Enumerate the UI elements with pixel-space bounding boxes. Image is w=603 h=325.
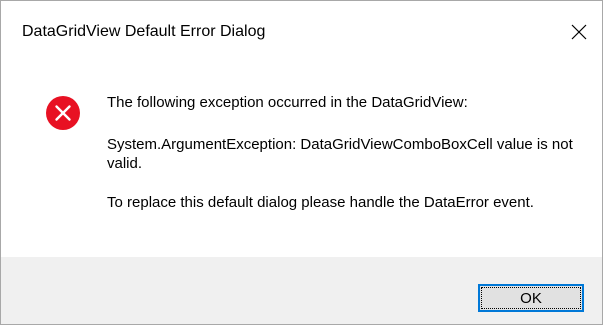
close-button[interactable] xyxy=(556,9,602,55)
message-area: The following exception occurred in the … xyxy=(1,63,602,257)
exception-detail-text: System.ArgumentException: DataGridViewCo… xyxy=(107,136,573,172)
error-icon xyxy=(45,95,81,131)
dialog-title: DataGridView Default Error Dialog xyxy=(22,23,266,40)
dataerror-hint-text: To replace this default dialog please ha… xyxy=(107,194,534,211)
error-dialog: DataGridView Default Error Dialog The fo… xyxy=(0,0,603,325)
exception-intro-text: The following exception occurred in the … xyxy=(107,94,468,111)
close-icon xyxy=(571,24,587,40)
title-bar[interactable]: DataGridView Default Error Dialog xyxy=(1,1,602,63)
ok-button[interactable]: OK xyxy=(478,284,584,312)
button-bar: OK xyxy=(1,257,602,324)
ok-button-label: OK xyxy=(520,289,542,307)
